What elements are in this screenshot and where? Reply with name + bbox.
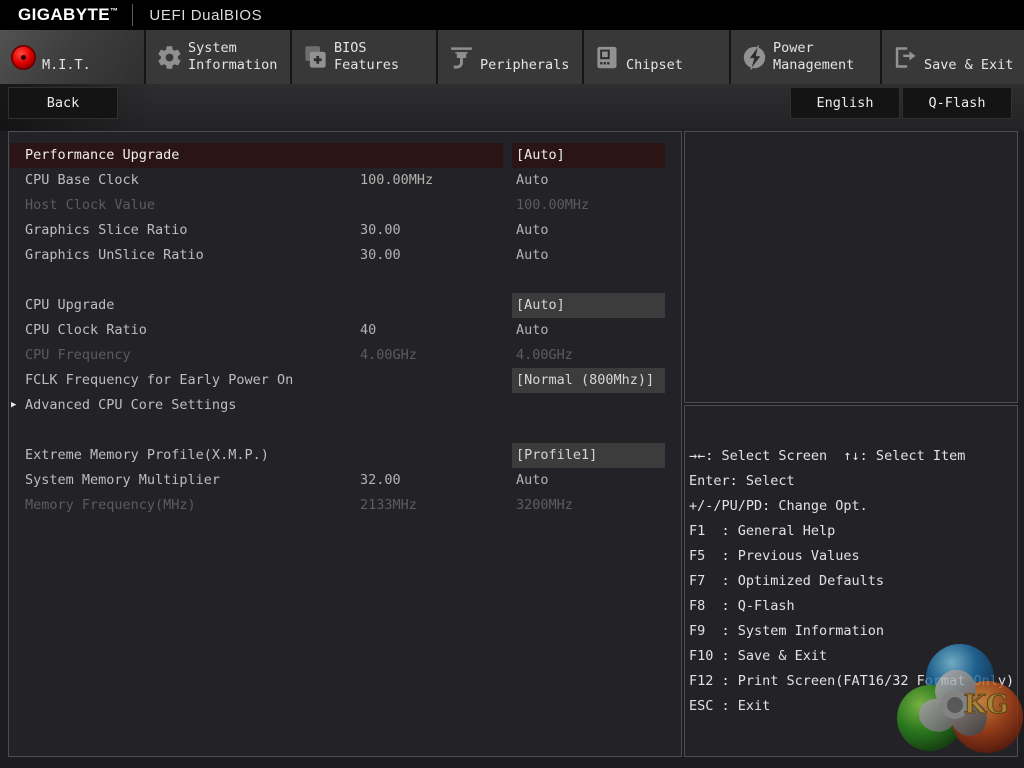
setting-row[interactable]: Extreme Memory Profile(X.M.P.) [Profile1]	[9, 443, 681, 468]
help-line: Enter: Select	[689, 469, 1017, 494]
help-line: +/-/PU/PD: Change Opt.	[689, 494, 1017, 519]
setting-current-value: 40	[360, 318, 376, 343]
help-line: ESC : Exit	[689, 694, 1017, 719]
tab-label: Chipset	[626, 40, 683, 74]
setting-label: CPU Frequency	[25, 343, 131, 368]
tab-mit[interactable]: M.I.T.	[0, 30, 146, 84]
bolt-icon	[741, 44, 768, 71]
setting-row[interactable]: CPU Base Clock 100.00MHz Auto	[9, 168, 681, 193]
help-line: F9 : System Information	[689, 619, 1017, 644]
setting-row[interactable]: Host Clock Value 100.00MHz	[9, 193, 681, 218]
setting-row[interactable]: ▶ Advanced CPU Core Settings	[9, 393, 681, 418]
setting-label: Performance Upgrade	[25, 143, 179, 168]
setting-label: System Memory Multiplier	[25, 468, 220, 493]
submenu-arrow-icon: ▶	[11, 393, 16, 418]
setting-value-cell[interactable]: [Normal (800Mhz)]	[512, 368, 665, 393]
settings-spacer	[9, 418, 681, 443]
settings-list: Performance Upgrade [Auto] CPU Base Clock 1…	[9, 132, 681, 518]
help-line: →←: Select Screen ↑↓: Select Item	[689, 444, 1017, 469]
gear-icon	[156, 44, 183, 71]
setting-value: Auto	[512, 468, 665, 493]
setting-row[interactable]: CPU Upgrade [Auto]	[9, 293, 681, 318]
tab-label: Save & Exit	[924, 40, 1013, 74]
bios-chip-icon	[302, 44, 329, 71]
help-line: F1 : General Help	[689, 519, 1017, 544]
tab-label: BIOSFeatures	[334, 40, 399, 74]
setting-label: Memory Frequency(MHz)	[25, 493, 196, 518]
setting-current-value: 2133MHz	[360, 493, 417, 518]
plug-icon	[448, 44, 475, 71]
bios-title: UEFI DualBIOS	[149, 7, 262, 24]
tab-chipset[interactable]: Chipset	[584, 30, 731, 84]
setting-value: 4.00GHz	[512, 343, 665, 368]
key-help-list: →←: Select Screen ↑↓: Select ItemEnter: …	[685, 406, 1017, 719]
tab-power-management[interactable]: PowerManagement	[731, 30, 882, 84]
setting-label: FCLK Frequency for Early Power On	[25, 368, 293, 393]
tab-save-exit[interactable]: Save & Exit	[882, 30, 1024, 84]
setting-current-value: 32.00	[360, 468, 401, 493]
help-line: F12 : Print Screen(FAT16/32 Format Only)	[689, 669, 1017, 694]
help-line: F7 : Optimized Defaults	[689, 569, 1017, 594]
setting-value: 3200MHz	[512, 493, 665, 518]
setting-current-value: 30.00	[360, 243, 401, 268]
setting-row[interactable]: Graphics UnSlice Ratio 30.00 Auto	[9, 243, 681, 268]
exit-icon	[892, 44, 919, 71]
setting-value: Auto	[512, 168, 665, 193]
settings-panel: Performance Upgrade [Auto] CPU Base Clock 1…	[8, 131, 682, 757]
setting-label: CPU Base Clock	[25, 168, 139, 193]
setting-label: CPU Clock Ratio	[25, 318, 147, 343]
setting-value: Auto	[512, 318, 665, 343]
setting-current-value: 4.00GHz	[360, 343, 417, 368]
setting-value: 100.00MHz	[512, 193, 665, 218]
setting-value-cell[interactable]: [Auto]	[512, 143, 665, 168]
gigabyte-logo: GIGABYTE™	[18, 5, 118, 25]
red-dial-icon	[10, 44, 37, 71]
tab-peripherals[interactable]: Peripherals	[438, 30, 584, 84]
language-button[interactable]: English	[790, 87, 900, 119]
setting-row[interactable]: FCLK Frequency for Early Power On [Normal…	[9, 368, 681, 393]
setting-row[interactable]: CPU Clock Ratio 40 Auto	[9, 318, 681, 343]
setting-row[interactable]: Memory Frequency(MHz) 2133MHz 3200MHz	[9, 493, 681, 518]
tab-label: M.I.T.	[42, 40, 91, 74]
tab-label: SystemInformation	[188, 40, 277, 74]
key-help-panel: →←: Select Screen ↑↓: Select ItemEnter: …	[684, 405, 1018, 757]
item-help-panel	[684, 131, 1018, 403]
setting-label: Advanced CPU Core Settings	[25, 393, 236, 418]
tab-bar: M.I.T. SystemInformation BIOSFeatures Perip…	[0, 30, 1024, 84]
setting-row[interactable]: Graphics Slice Ratio 30.00 Auto	[9, 218, 681, 243]
setting-current-value: 100.00MHz	[360, 168, 433, 193]
setting-value-cell[interactable]: [Profile1]	[512, 443, 665, 468]
settings-spacer	[9, 268, 681, 293]
setting-label: Graphics Slice Ratio	[25, 218, 188, 243]
trademark-symbol: ™	[110, 6, 118, 15]
setting-label: CPU Upgrade	[25, 293, 114, 318]
setting-row[interactable]: CPU Frequency 4.00GHz 4.00GHz	[9, 343, 681, 368]
setting-row[interactable]: System Memory Multiplier 32.00 Auto	[9, 468, 681, 493]
setting-label: Host Clock Value	[25, 193, 155, 218]
back-button[interactable]: Back	[8, 87, 118, 119]
setting-row[interactable]: Performance Upgrade [Auto]	[9, 143, 681, 168]
tab-system-information[interactable]: SystemInformation	[146, 30, 292, 84]
setting-label: Extreme Memory Profile(X.M.P.)	[25, 443, 269, 468]
setting-label: Graphics UnSlice Ratio	[25, 243, 204, 268]
help-line: F8 : Q-Flash	[689, 594, 1017, 619]
tab-bios-features[interactable]: BIOSFeatures	[292, 30, 438, 84]
top-bar: GIGABYTE™ UEFI DualBIOS	[0, 0, 1024, 30]
setting-current-value: 30.00	[360, 218, 401, 243]
help-line: F5 : Previous Values	[689, 544, 1017, 569]
setting-value: Auto	[512, 243, 665, 268]
qflash-button[interactable]: Q-Flash	[902, 87, 1012, 119]
setting-value: Auto	[512, 218, 665, 243]
header-divider	[132, 4, 133, 26]
tab-label: PowerManagement	[773, 40, 854, 74]
tab-label: Peripherals	[480, 40, 569, 74]
help-line: F10 : Save & Exit	[689, 644, 1017, 669]
chipset-icon	[594, 44, 621, 71]
setting-value-cell[interactable]: [Auto]	[512, 293, 665, 318]
